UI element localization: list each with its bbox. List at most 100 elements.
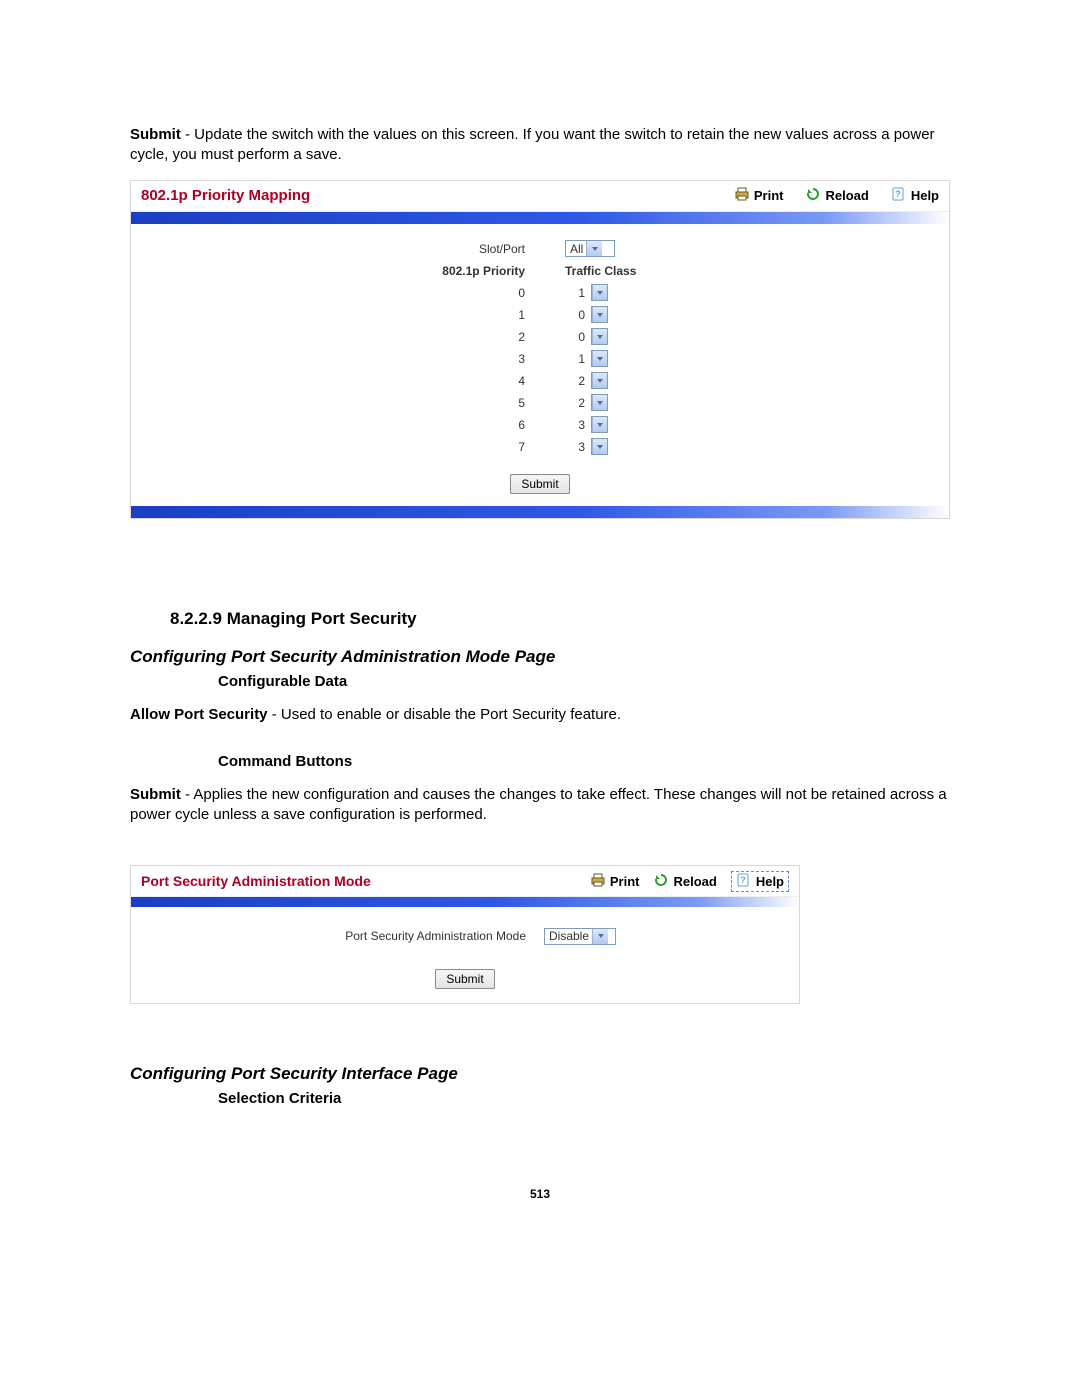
allow-bold: Allow Port Security [130,706,268,723]
traffic-class-cell: 1 [565,284,755,301]
help-button[interactable]: ? Help [891,186,939,205]
traffic-class-select[interactable] [591,372,608,389]
priority-row: 20 [151,326,929,348]
help-button-2[interactable]: ? Help [731,871,789,892]
submit-desc: Submit - Applies the new configuration a… [130,785,950,826]
chevron-down-icon [592,329,607,344]
reload-label-2: Reload [673,874,716,889]
traffic-class-value: 1 [565,286,585,300]
help-icon: ? [891,186,907,205]
traffic-class-value: 0 [565,330,585,344]
panel2-title: Port Security Administration Mode [141,873,371,889]
panel2-submit-button[interactable]: Submit [435,969,494,989]
admin-mode-value: Disable [549,929,592,943]
priority-value: 3 [325,352,525,366]
panel1-body: Slot/Port All 802.1p Priority Traffic Cl… [131,224,949,506]
reload-button[interactable]: Reload [805,186,868,205]
svg-text:?: ? [895,189,901,199]
admin-mode-label: Port Security Administration Mode [226,929,526,943]
traffic-class-select[interactable] [591,438,608,455]
help-icon: ? [736,872,752,891]
traffic-class-cell: 2 [565,394,755,411]
traffic-class-value: 1 [565,352,585,366]
panel2-body: Port Security Administration Mode Disabl… [131,907,799,1003]
priority-value: 7 [325,440,525,454]
traffic-class-select[interactable] [591,394,608,411]
chevron-down-icon [592,439,607,454]
priority-row: 73 [151,436,929,458]
reload-button-2[interactable]: Reload [653,872,716,891]
intro-rest: - Update the switch with the values on t… [130,126,935,163]
traffic-class-select[interactable] [591,284,608,301]
help-label-2: Help [756,874,784,889]
intro-bold: Submit [130,126,181,143]
traffic-class-cell: 1 [565,350,755,367]
reload-label: Reload [825,188,868,203]
priority-col-header: 802.1p Priority [325,264,525,278]
page-number: 513 [130,1187,950,1201]
traffic-col-header: Traffic Class [565,264,636,278]
priority-value: 2 [325,330,525,344]
panel1-header: 802.1p Priority Mapping Print Reload ? H… [131,181,949,212]
port-security-admin-panel: Port Security Administration Mode Print … [130,865,800,1004]
traffic-class-select[interactable] [591,350,608,367]
priority-value: 0 [325,286,525,300]
reload-icon [653,872,669,891]
chevron-down-icon [586,241,602,256]
traffic-class-value: 2 [565,374,585,388]
submit-bold: Submit [130,786,181,803]
panel2-header: Port Security Administration Mode Print … [131,866,799,897]
traffic-class-value: 3 [565,440,585,454]
traffic-class-cell: 0 [565,306,755,323]
chevron-down-icon [592,929,608,944]
print-label: Print [754,188,784,203]
priority-row: 10 [151,304,929,326]
priority-row: 01 [151,282,929,304]
traffic-class-cell: 0 [565,328,755,345]
priority-value: 6 [325,418,525,432]
subsection-interface-page: Configuring Port Security Interface Page [130,1064,950,1084]
chevron-down-icon [592,351,607,366]
print-button[interactable]: Print [734,186,784,205]
traffic-class-cell: 3 [565,416,755,433]
traffic-class-value: 3 [565,418,585,432]
traffic-class-value: 2 [565,396,585,410]
priority-value: 5 [325,396,525,410]
selection-criteria-heading: Selection Criteria [218,1090,950,1107]
slot-port-select[interactable]: All [565,240,615,257]
traffic-class-select[interactable] [591,416,608,433]
panel1-title: 802.1p Priority Mapping [141,187,310,204]
panel2-top-bar [131,897,799,907]
traffic-class-select[interactable] [591,328,608,345]
reload-icon [805,186,821,205]
print-label-2: Print [610,874,640,889]
traffic-class-select[interactable] [591,306,608,323]
chevron-down-icon [592,395,607,410]
panel1-bottom-bar [131,506,949,518]
print-button-2[interactable]: Print [590,872,640,891]
priority-value: 4 [325,374,525,388]
allow-port-security-desc: Allow Port Security - Used to enable or … [130,705,950,725]
priority-row: 31 [151,348,929,370]
slot-port-value: All [570,242,586,256]
slot-port-label: Slot/Port [325,242,525,256]
priority-row: 42 [151,370,929,392]
section-heading: 8.2.2.9 Managing Port Security [170,609,950,629]
traffic-class-cell: 2 [565,372,755,389]
intro-paragraph: Submit - Update the switch with the valu… [130,125,950,166]
traffic-class-value: 0 [565,308,585,322]
panel1-top-bar [131,212,949,224]
configurable-data-heading: Configurable Data [218,673,950,690]
chevron-down-icon [592,373,607,388]
chevron-down-icon [592,417,607,432]
priority-value: 1 [325,308,525,322]
subsection-admin-mode: Configuring Port Security Administration… [130,647,950,667]
printer-icon [590,872,606,891]
submit-rest: - Applies the new configuration and caus… [130,786,947,823]
svg-text:?: ? [740,875,746,885]
traffic-class-cell: 3 [565,438,755,455]
admin-mode-select[interactable]: Disable [544,928,616,945]
chevron-down-icon [592,285,607,300]
panel1-submit-button[interactable]: Submit [510,474,569,494]
priority-mapping-panel: 802.1p Priority Mapping Print Reload ? H… [130,180,950,519]
